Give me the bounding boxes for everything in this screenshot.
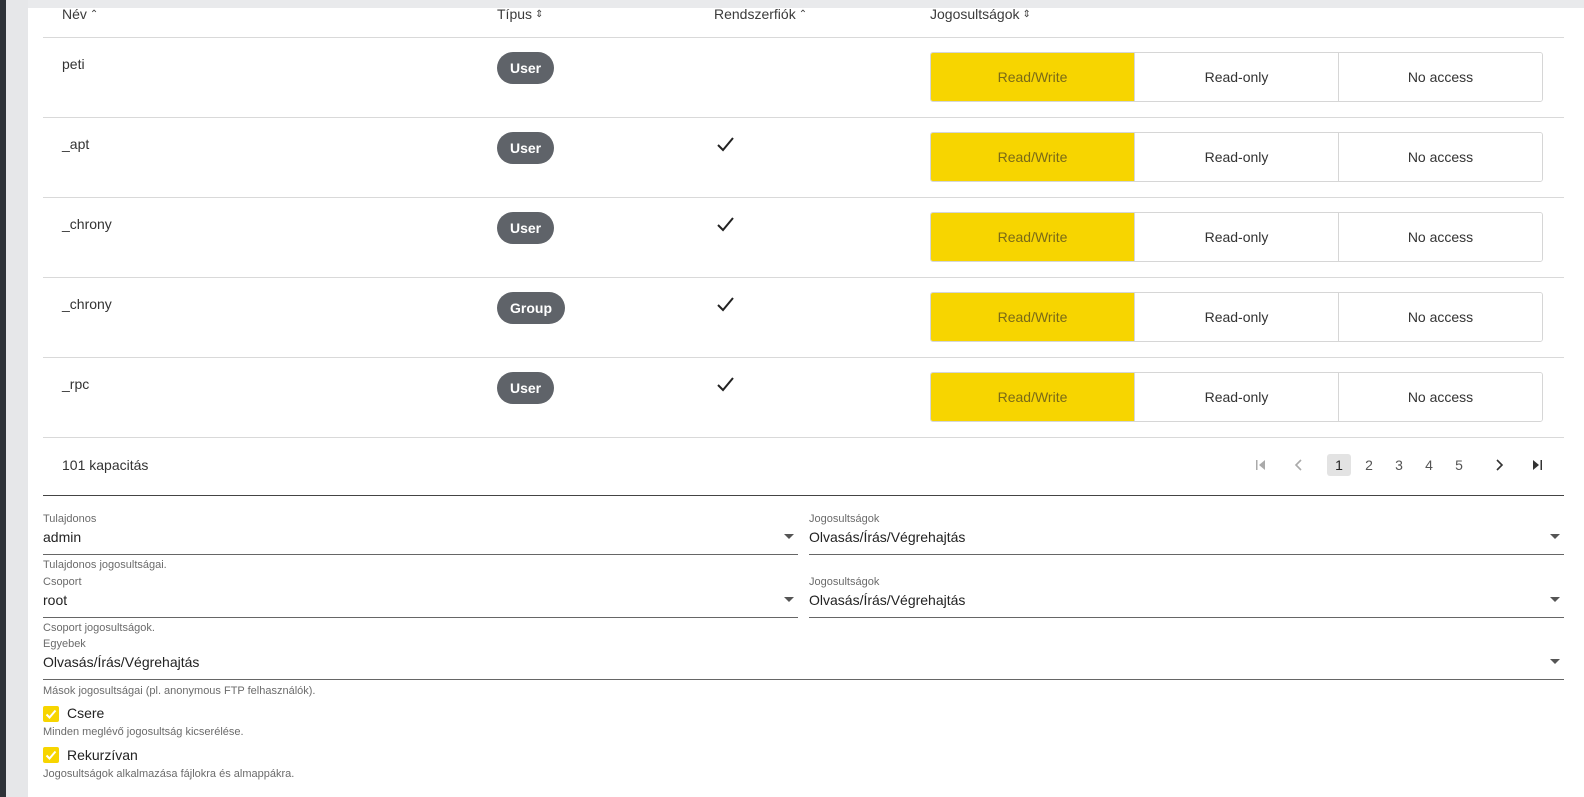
group-select[interactable]: Csoport root	[43, 576, 798, 618]
permission-toggle: Read/Write Read-only No access	[930, 52, 1543, 102]
group-value: root	[43, 592, 68, 608]
sort-icon: ⇕	[1022, 8, 1031, 20]
check-icon	[717, 297, 734, 312]
read-write-button[interactable]: Read/Write	[931, 53, 1134, 101]
read-only-button[interactable]: Read-only	[1134, 53, 1338, 101]
permission-toggle: Read/Write Read-only No access	[930, 292, 1543, 342]
no-access-button[interactable]: No access	[1338, 133, 1542, 181]
no-access-button[interactable]: No access	[1338, 53, 1542, 101]
permissions-panel: Név ⌃ Típus ⇕ Rendszerfiók ⌃ Jogosultság…	[28, 6, 1584, 797]
no-access-button[interactable]: No access	[1338, 293, 1542, 341]
permission-toggle: Read/Write Read-only No access	[930, 132, 1543, 182]
page-button[interactable]: 5	[1447, 454, 1471, 476]
owner-value: admin	[43, 529, 82, 545]
permission-toggle: Read/Write Read-only No access	[930, 212, 1543, 262]
read-only-button[interactable]: Read-only	[1134, 293, 1338, 341]
column-header-permissions[interactable]: Jogosultságok ⇕	[930, 6, 1031, 22]
type-badge: User	[497, 52, 555, 84]
table-header: Név ⌃ Típus ⇕ Rendszerfiók ⌃ Jogosultság…	[43, 6, 1564, 38]
recursive-hint: Jogosultságok alkalmazása fájlokra és al…	[43, 768, 295, 780]
first-page-icon[interactable]	[1246, 454, 1276, 476]
page-button[interactable]: 1	[1327, 454, 1351, 476]
type-badge: User	[497, 132, 555, 164]
group-label: Csoport	[43, 576, 82, 588]
table-row: _apt User Read/Write Read-only No access	[43, 118, 1564, 198]
page-button[interactable]: 2	[1357, 454, 1381, 476]
read-only-button[interactable]: Read-only	[1134, 133, 1338, 181]
sort-asc-icon: ⌃	[798, 8, 808, 20]
read-only-button[interactable]: Read-only	[1134, 213, 1338, 261]
replace-hint: Minden meglévő jogosultság kicserélése.	[43, 726, 244, 738]
page-gutter	[6, 0, 28, 797]
owner-permissions-select[interactable]: Jogosultságok Olvasás/Írás/Végrehajtás	[809, 513, 1564, 555]
others-value: Olvasás/Írás/Végrehajtás	[43, 654, 200, 670]
check-icon	[717, 137, 734, 152]
recursive-label: Rekurzívan	[67, 747, 138, 763]
owner-hint: Tulajdonos jogosultságai.	[43, 559, 167, 571]
dropdown-arrow-icon	[1550, 659, 1560, 664]
type-badge: User	[497, 372, 555, 404]
group-permissions-label: Jogosultságok	[809, 576, 880, 588]
type-badge: User	[497, 212, 555, 244]
dropdown-arrow-icon	[1550, 597, 1560, 602]
owner-permissions-value: Olvasás/Írás/Végrehajtás	[809, 529, 966, 545]
others-label: Egyebek	[43, 638, 86, 650]
recursive-checkbox[interactable]	[43, 747, 59, 763]
sort-asc-icon: ⌃	[89, 8, 99, 20]
owner-label: Tulajdonos	[43, 513, 97, 525]
table-row: _chrony Group Read/Write Read-only No ac…	[43, 278, 1564, 358]
last-page-icon[interactable]	[1522, 454, 1552, 476]
owner-select[interactable]: Tulajdonos admin	[43, 513, 798, 555]
row-name: _rpc	[62, 376, 90, 392]
owner-permissions-label: Jogosultságok	[809, 513, 880, 525]
read-only-button[interactable]: Read-only	[1134, 373, 1338, 421]
table-footer: 101 kapacitás 1 2 3 4 5	[43, 438, 1564, 496]
no-access-button[interactable]: No access	[1338, 213, 1542, 261]
group-permissions-value: Olvasás/Írás/Végrehajtás	[809, 592, 966, 608]
page-button[interactable]: 4	[1417, 454, 1441, 476]
column-header-name[interactable]: Név ⌃	[62, 6, 98, 22]
sort-icon: ⇕	[535, 8, 544, 20]
check-icon	[45, 750, 57, 760]
dropdown-arrow-icon	[1550, 534, 1560, 539]
no-access-button[interactable]: No access	[1338, 373, 1542, 421]
group-permissions-select[interactable]: Jogosultságok Olvasás/Írás/Végrehajtás	[809, 576, 1564, 618]
replace-label: Csere	[67, 705, 105, 721]
read-write-button[interactable]: Read/Write	[931, 213, 1134, 261]
page-button[interactable]: 3	[1387, 454, 1411, 476]
table-row: _chrony User Read/Write Read-only No acc…	[43, 198, 1564, 278]
column-header-type[interactable]: Típus ⇕	[497, 6, 543, 22]
type-badge: Group	[497, 292, 565, 324]
replace-checkbox[interactable]	[43, 706, 59, 722]
read-write-button[interactable]: Read/Write	[931, 133, 1134, 181]
permission-toggle: Read/Write Read-only No access	[930, 372, 1543, 422]
others-permissions-select[interactable]: Egyebek Olvasás/Írás/Végrehajtás	[43, 638, 1564, 680]
row-name: _apt	[62, 136, 90, 152]
group-hint: Csoport jogosultságok.	[43, 622, 155, 634]
row-name: _chrony	[62, 296, 112, 312]
pagination: 1 2 3 4 5	[1246, 454, 1552, 476]
read-write-button[interactable]: Read/Write	[931, 373, 1134, 421]
read-write-button[interactable]: Read/Write	[931, 293, 1134, 341]
check-icon	[45, 709, 57, 719]
row-name: peti	[62, 56, 85, 72]
column-header-system[interactable]: Rendszerfiók ⌃	[714, 6, 807, 22]
row-name: _chrony	[62, 216, 112, 232]
item-count: 101 kapacitás	[62, 457, 149, 473]
others-hint: Mások jogosultságai (pl. anonymous FTP f…	[43, 685, 316, 697]
dropdown-arrow-icon	[784, 534, 794, 539]
table-row: peti User Read/Write Read-only No access	[43, 38, 1564, 118]
table-row: _rpc User Read/Write Read-only No access	[43, 358, 1564, 438]
check-icon	[717, 377, 734, 392]
check-icon	[717, 217, 734, 232]
prev-page-icon[interactable]	[1284, 454, 1314, 476]
next-page-icon[interactable]	[1484, 454, 1514, 476]
dropdown-arrow-icon	[784, 597, 794, 602]
